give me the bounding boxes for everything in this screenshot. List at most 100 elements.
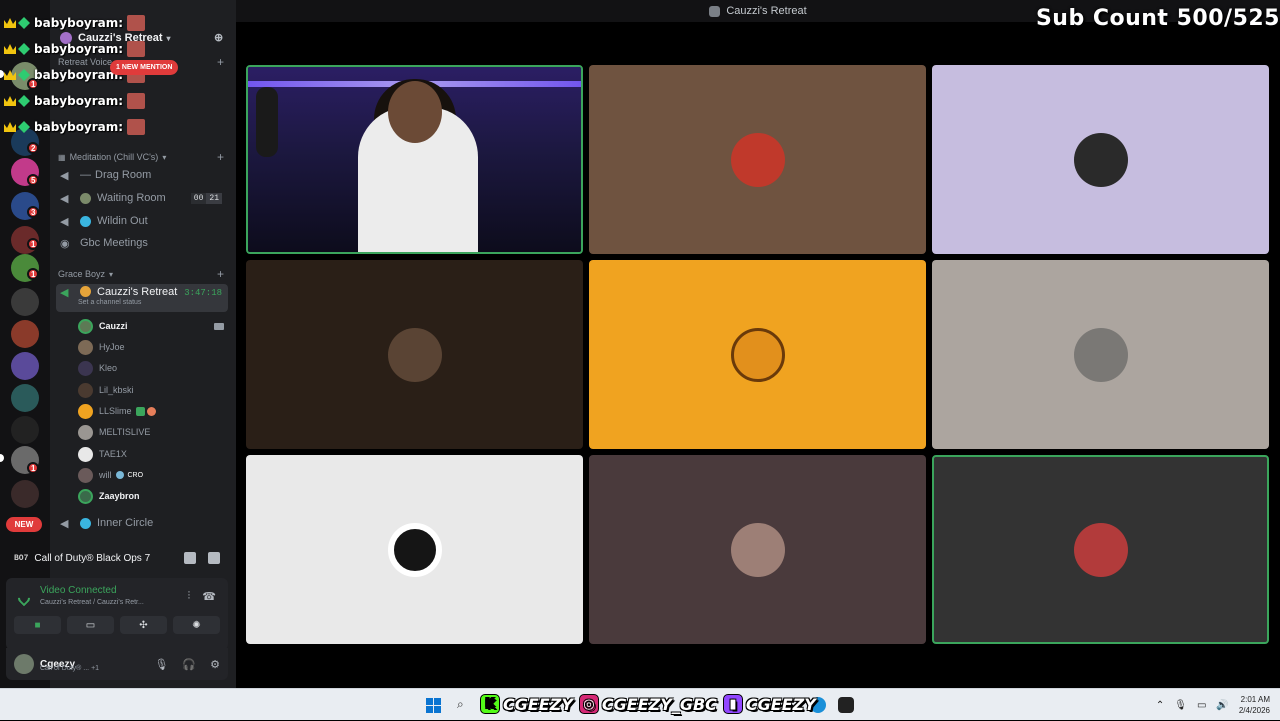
chevron-up-icon[interactable]: ⌃ [1156,700,1164,711]
voice-user[interactable]: MELTISLIVE [78,423,226,441]
gem-icon [18,95,30,107]
chat-username: babyboyram: [34,42,124,56]
activity-popout-icon[interactable] [208,552,220,564]
handle-text: CGEEZY_GBC [601,694,717,714]
server-icon[interactable] [11,320,39,348]
noise-suppression-icon[interactable]: ⫶ [188,590,191,603]
add-channel-icon[interactable]: + [217,150,224,164]
microphone-icon[interactable]: 🎙 [1174,700,1187,711]
server-icon[interactable] [11,288,39,316]
new-mention-badge[interactable]: 1 NEW MENTION [110,60,179,75]
server-icon[interactable] [11,384,39,412]
participant-avatar [387,327,442,382]
channel-label: Inner Circle [97,517,154,529]
handle-text: CGEEZY [745,694,816,714]
avatar[interactable] [14,654,34,674]
voice-user[interactable]: will CRO [78,466,226,484]
checkmark-emoji-icon [135,406,145,416]
activities-button[interactable]: ✣ [120,616,167,634]
soundboard-button[interactable]: ✺ [173,616,220,634]
crown-emoji-icon [80,286,91,297]
participant-avatar [730,327,785,382]
call-of-duty-icon[interactable] [838,697,854,713]
category-meditation[interactable]: ▦ Meditation (Chill VC's) ▾ + [58,150,224,164]
voice-user-name: MELTISLIVE [99,427,151,437]
channel-inner-circle[interactable]: ◀ Inner Circle [56,513,228,533]
voice-user[interactable]: HyJoe [78,338,226,356]
voice-status-title[interactable]: Video Connected [40,585,117,596]
participant-avatar [1073,522,1128,577]
game-activity-bar[interactable]: BO7 Call of Duty® Black Ops 7 [6,542,228,574]
twitch-handle: ▮ CGEEZY [722,694,816,714]
channel-cauzzis-retreat[interactable]: ◀ Cauzzi's Retreat 3:47:18 Set a channel… [56,284,228,312]
channel-label: Wildin Out [97,215,148,227]
speaker-icon: ◀ [60,170,69,182]
microphone [256,87,278,157]
screen-share-button[interactable]: ▭ [67,616,114,634]
water-drop-icon [80,215,91,227]
server-icon[interactable] [11,352,39,380]
avatar [78,446,93,462]
server-icon[interactable] [11,480,39,508]
channel-status-prompt[interactable]: Set a channel status [78,299,141,306]
instagram-icon: ◎ [578,694,599,714]
gear-icon[interactable]: ⚙ [210,658,220,671]
voice-status-subtitle[interactable]: Cauzzi's Retreat / Cauzzi's Retr... [40,599,144,606]
channel-gbc-meetings[interactable]: ◉ Gbc Meetings [56,233,228,253]
voice-user[interactable]: Zaaybron [78,487,226,505]
user-limit-counter: 00 21 [190,192,222,204]
clock[interactable]: 2:01 AM 2/4/2026 [1239,694,1270,716]
camera-button[interactable]: ■ [14,616,61,634]
video-tile[interactable] [246,455,583,644]
add-channel-icon[interactable]: + [217,267,224,281]
mention-count-badge: 5 [27,174,40,186]
video-tile[interactable] [246,260,583,449]
microphone-icon[interactable]: 🎙 [154,658,168,671]
channel-wildin-out[interactable]: ◀ Wildin Out [56,211,228,231]
volume-icon[interactable]: 🔊 [1216,700,1228,711]
voice-user[interactable]: LLSlime [78,402,226,420]
participant-avatar [730,522,785,577]
new-unreads-pill[interactable]: NEW [6,517,42,532]
speaker-icon: ◀ [60,193,69,205]
voice-user[interactable]: Cauzzi [78,317,226,335]
speaker-icon: ◀ [60,518,69,530]
category-label: Meditation (Chill VC's) [69,152,159,162]
headset-icon[interactable]: 🎧 [182,658,196,671]
avatar [78,382,93,398]
crown-icon [4,70,16,80]
channel-label: Cauzzi's Retreat [97,286,178,298]
voice-user-name: HyJoe [99,342,125,352]
add-friends-icon[interactable] [184,552,196,564]
clock-time: 2:01 AM [1240,695,1270,704]
windows-start-icon[interactable] [426,698,441,713]
video-tile[interactable] [932,455,1269,644]
category-grace-boyz[interactable]: Grace Boyz ▾ + [58,267,224,281]
channel-drag-room[interactable]: ◀ — Drag Room [56,165,228,185]
disconnect-icon[interactable]: ☎ [202,590,216,603]
channel-waiting-room[interactable]: ◀ Waiting Room 00 21 [56,188,228,208]
category-label: Grace Boyz [58,269,106,279]
search-icon[interactable]: ⌕ [457,697,464,712]
chevron-down-icon: ▾ [109,269,114,279]
voice-user[interactable]: Kleo [78,359,226,377]
system-tray: ⌃ 🎙 ▭ 🔊 2:01 AM 2/4/2026 [1156,689,1270,721]
add-member-icon[interactable]: ⊕ [214,31,226,44]
avatar [78,403,93,419]
video-tile[interactable] [589,65,926,254]
peach-emoji-icon [146,406,156,416]
video-tile[interactable] [932,260,1269,449]
voice-user[interactable]: Lil_kbski [78,381,226,399]
avatar [78,339,93,355]
add-channel-icon[interactable]: + [217,55,224,69]
video-tile[interactable] [589,260,926,449]
server-icon[interactable] [11,416,39,444]
video-tile[interactable] [932,65,1269,254]
person-head [388,81,442,143]
mention-count-badge: 1 [27,462,40,474]
video-tile[interactable] [589,455,926,644]
network-icon[interactable]: ▭ [1197,700,1206,711]
video-tile[interactable] [246,65,583,254]
user-panel: Cgeezy Call of Duty® ... +1 🎙 🎧 ⚙ [6,648,228,680]
voice-user[interactable]: TAE1X [78,445,226,463]
